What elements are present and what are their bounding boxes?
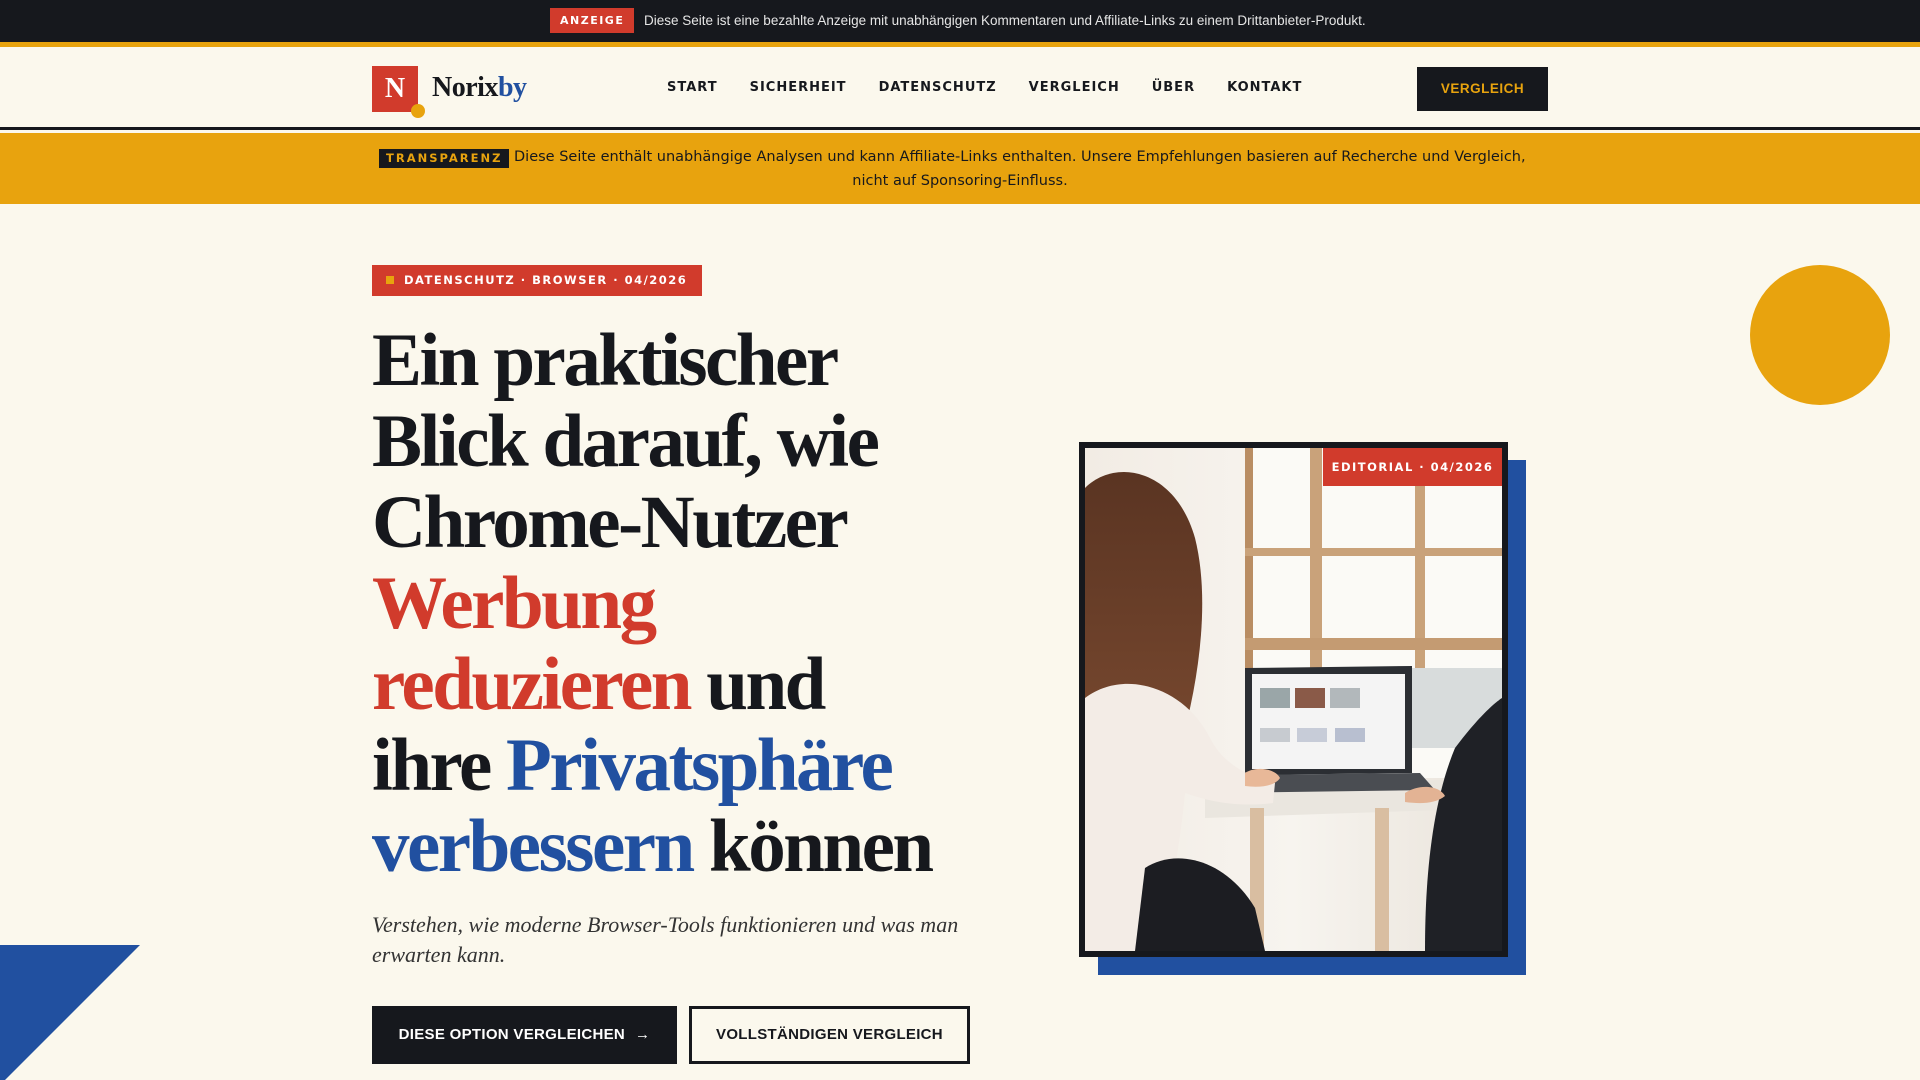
page-title: Ein praktischer Blick darauf, wie Chrome…: [372, 320, 1012, 887]
headline-highlight-blue-1: Privatsphäre: [506, 724, 894, 807]
ad-disclosure-bar: ANZEIGE Diese Seite ist eine bezahlte An…: [0, 0, 1920, 42]
logo-dot: [411, 104, 425, 118]
nav-item-vergleich[interactable]: VERGLEICH: [1029, 80, 1120, 95]
logo-wordmark-part2: by: [497, 72, 527, 103]
nav-item-sicherheit[interactable]: SICHERHEIT: [750, 80, 847, 95]
kicker-text: DATENSCHUTZ · BROWSER · 04/2026: [404, 273, 688, 287]
main-nav: START SICHERHEIT DATENSCHUTZ VERGLEICH Ü…: [667, 80, 1334, 95]
headline-highlight-red-2: reduzieren: [372, 643, 693, 726]
transparency-badge: TRANSPARENZ: [379, 149, 510, 168]
logo-wordmark-part1: Norix: [432, 72, 498, 103]
editorial-photo: [1085, 448, 1502, 951]
headline-line3: Chrome-Nutzer: [372, 481, 849, 564]
header-compare-button[interactable]: VERGLEICH: [1417, 67, 1548, 111]
transparency-text-line1: Diese Seite enthält unabhängige Analysen…: [514, 149, 1526, 165]
ad-badge: ANZEIGE: [550, 8, 635, 33]
headline-line5-rest: und: [690, 643, 826, 726]
headline-highlight-blue-2: verbessern: [372, 805, 695, 888]
full-comparison-button[interactable]: VOLLSTÄNDIGEN VERGLEICH: [689, 1006, 970, 1064]
logo-mark[interactable]: N: [372, 66, 418, 112]
headline-line7-rest: können: [692, 805, 934, 888]
headline-line1: Ein praktischer: [372, 319, 839, 402]
site-header: N Norixby START SICHERHEIT DATENSCHUTZ V…: [0, 47, 1920, 130]
headline-highlight-red-1: Werbung: [372, 562, 657, 645]
logo-wordmark[interactable]: Norixby: [432, 72, 527, 104]
nav-item-kontakt[interactable]: KONTAKT: [1227, 80, 1302, 95]
ad-disclosure-text: Diese Seite ist eine bezahlte Anzeige mi…: [644, 13, 1366, 28]
compare-option-label: DIESE OPTION VERGLEICHEN: [398, 1026, 626, 1043]
headline-line6-start: ihre: [372, 724, 507, 807]
transparency-banner: TRANSPARENZ Diese Seite enthält unabhäng…: [0, 133, 1920, 204]
square-icon: [386, 276, 394, 284]
headline-line2: Blick darauf, wie: [372, 400, 880, 483]
nav-item-ueber[interactable]: ÜBER: [1152, 80, 1195, 95]
decorative-circle: [1750, 265, 1890, 405]
editorial-image-card: [1079, 442, 1508, 957]
decorative-triangle: [0, 945, 140, 1080]
editorial-tag: EDITORIAL · 04/2026: [1323, 448, 1502, 486]
compare-option-button[interactable]: DIESE OPTION VERGLEICHEN →: [372, 1006, 677, 1064]
hero-subtitle: Verstehen, wie moderne Browser-Tools fun…: [372, 912, 959, 967]
nav-item-start[interactable]: START: [667, 80, 718, 95]
nav-item-datenschutz[interactable]: DATENSCHUTZ: [879, 80, 997, 95]
transparency-text-line2: nicht auf Sponsoring-Einfluss.: [852, 173, 1068, 189]
category-kicker: DATENSCHUTZ · BROWSER · 04/2026: [372, 265, 703, 296]
arrow-right-icon: →: [635, 1026, 651, 1043]
